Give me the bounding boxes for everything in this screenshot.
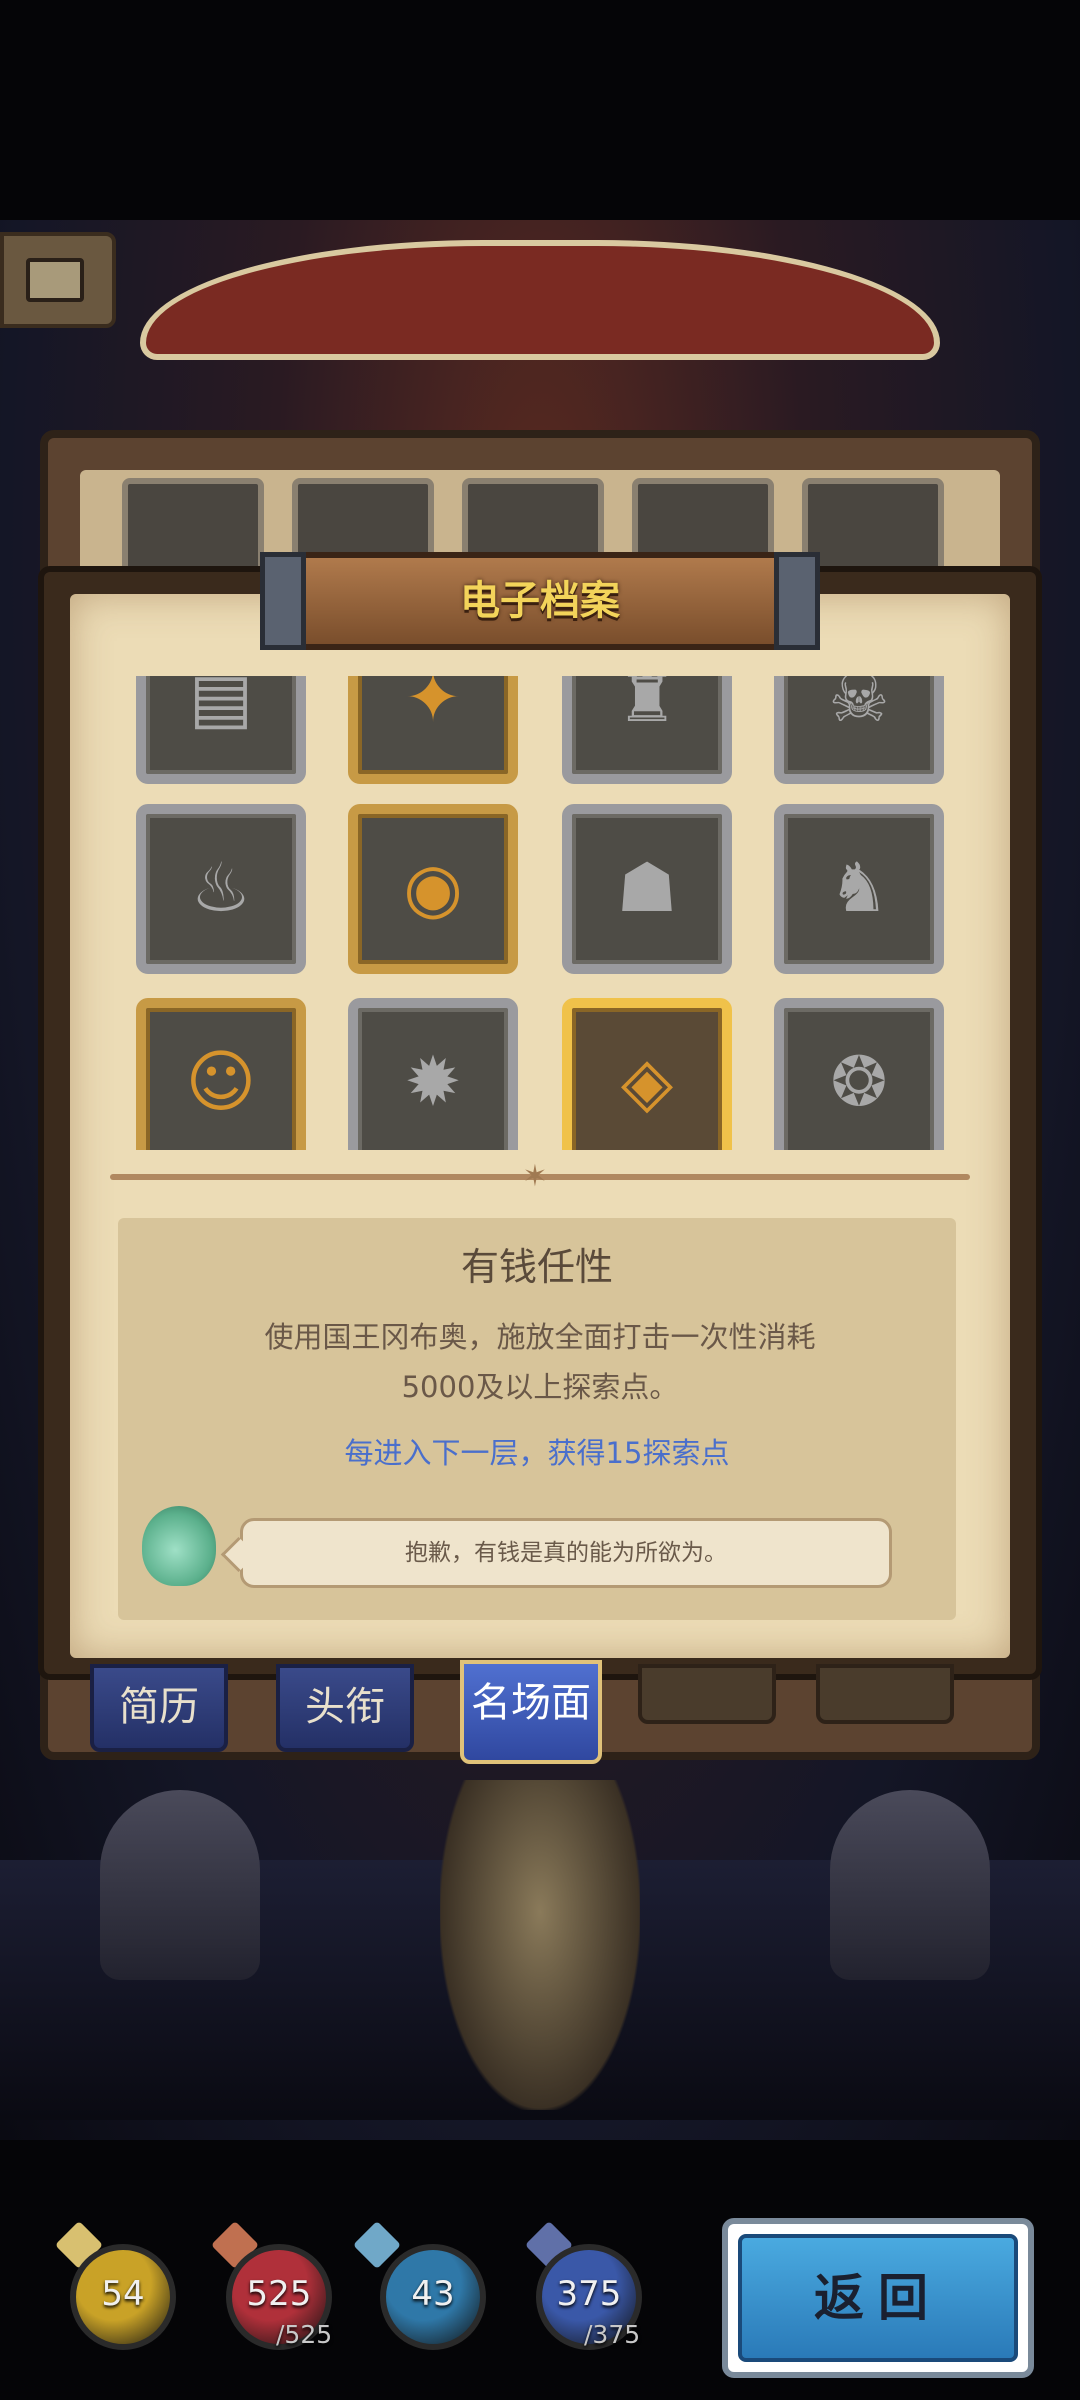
scene-tile[interactable]: ▤ (136, 676, 306, 784)
dark-helmet-icon: ☗ (616, 849, 678, 928)
hp-value: 525 (246, 2274, 312, 2314)
tab-titles[interactable]: 头衔 (276, 1664, 414, 1752)
tab-resume[interactable]: 简历 (90, 1664, 228, 1752)
document-icon: ▤ (188, 676, 254, 738)
scene-tile[interactable]: ♨ (136, 804, 306, 974)
scene-grid[interactable]: ▤ ✦ ♜ ☠ ♨ ◉ ☗ ♞ ☺ ✹ ◈ ❂ (110, 676, 970, 1150)
map-icon (26, 258, 84, 302)
vortex-mouth-icon: ◉ (403, 849, 463, 928)
scene-tile[interactable]: ✦ (348, 676, 518, 784)
scene-tile[interactable]: ❂ (774, 998, 944, 1150)
golden-statue (440, 1780, 640, 2110)
scene-tile[interactable]: ☠ (774, 676, 944, 784)
divider-star-icon: ✶ (522, 1159, 548, 1194)
back-tile-1 (122, 478, 264, 578)
mp-max: /375 (584, 2320, 641, 2349)
poop-icon: ♨ (190, 849, 252, 928)
detail-desc-line1: 使用国王冈布奥，施放全面打击一次性消耗 (264, 1320, 816, 1354)
detail-desc-line2: 5000及以上探索点。 (401, 1370, 679, 1404)
map-button[interactable] (0, 232, 116, 328)
hp-max: /525 (276, 2320, 333, 2349)
defense-value: 43 (411, 2274, 455, 2314)
title-plank: 电子档案 (260, 552, 820, 650)
scene-tile-selected[interactable]: ◈ (562, 998, 732, 1150)
attack-value: 54 (101, 2274, 145, 2314)
pet-icon (142, 1506, 216, 1586)
scene-tile[interactable]: ☗ (562, 804, 732, 974)
back-button[interactable]: 返回 (738, 2234, 1018, 2362)
left-urn (100, 1790, 260, 1980)
tab-locked-1 (638, 1664, 776, 1724)
spiky-blast-icon: ✹ (404, 1043, 462, 1122)
detail-description: 使用国王冈布奥，施放全面打击一次性消耗 5000及以上探索点。 (200, 1312, 880, 1412)
robot-icon: ♜ (616, 676, 678, 738)
panel-title: 电子档案 (460, 578, 620, 624)
tab-famous-scenes[interactable]: 名场面 (460, 1660, 602, 1764)
creature-icon: ❂ (830, 1043, 888, 1122)
detail-bonus: 每进入下一层，获得15探索点 (344, 1436, 730, 1470)
dragon-head-icon: ♞ (828, 849, 890, 928)
scene-tile[interactable]: ♞ (774, 804, 944, 974)
mp-value: 375 (556, 2274, 622, 2314)
scene-tile[interactable]: ☺ (136, 998, 306, 1150)
scene-tile[interactable]: ♜ (562, 676, 732, 784)
right-urn (830, 1790, 990, 1980)
scene-tile[interactable]: ◉ (348, 804, 518, 974)
tab-locked-2 (816, 1664, 954, 1724)
scene-tile[interactable]: ✹ (348, 998, 518, 1150)
chef-icon: ☺ (185, 1043, 257, 1122)
detail-title: 有钱任性 (460, 1245, 613, 1289)
skull-icon: ☠ (828, 676, 890, 738)
back-tile-5 (802, 478, 944, 578)
flame-icon: ✦ (404, 676, 462, 738)
quote-text: 抱歉，有钱是真的能为所欲为。 (405, 1540, 727, 1566)
gems-icon: ◈ (620, 1043, 674, 1122)
